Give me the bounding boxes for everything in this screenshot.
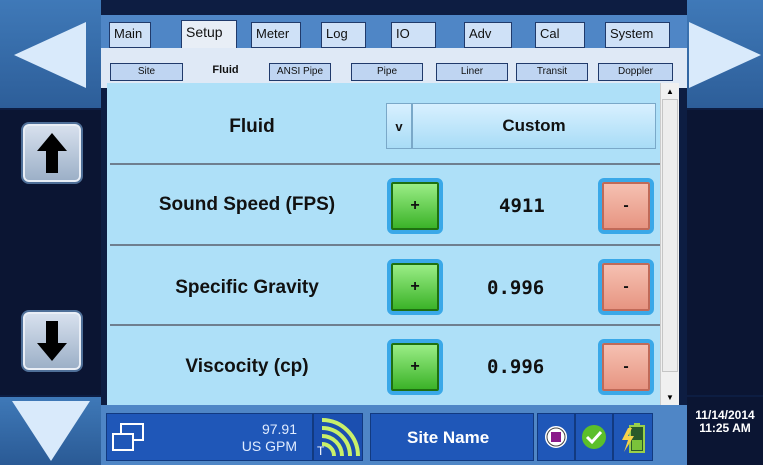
viscosity-value: 0.996 bbox=[487, 356, 545, 378]
down-triangle-icon bbox=[12, 401, 90, 461]
sound-speed-decrease-button[interactable]: - bbox=[598, 178, 654, 234]
stop-button[interactable] bbox=[537, 413, 575, 461]
fluid-settings-panel: Fluid v Custom Sound Speed (FPS) + 4911 … bbox=[107, 83, 679, 405]
subtab-liner[interactable]: Liner bbox=[436, 63, 508, 81]
status-bar: 97.91 US GPM T Site Name bbox=[101, 405, 687, 465]
signal-letter: T bbox=[317, 444, 325, 458]
time-text: 11:25 AM bbox=[699, 421, 751, 435]
stop-record-icon bbox=[543, 424, 569, 450]
signal-strength-panel[interactable]: T bbox=[313, 413, 363, 461]
scrollbar-thumb[interactable] bbox=[662, 99, 678, 372]
window-switch-icon bbox=[112, 423, 144, 451]
specific-gravity-decrease-button[interactable]: - bbox=[598, 259, 654, 315]
status-ok-button[interactable] bbox=[575, 413, 613, 461]
flow-value: 97.91 bbox=[261, 421, 297, 437]
site-name-panel[interactable]: Site Name bbox=[370, 413, 534, 461]
flow-unit: US GPM bbox=[241, 438, 297, 454]
right-arrow-icon bbox=[689, 22, 761, 88]
forward-arrow-button[interactable] bbox=[687, 0, 763, 108]
sound-speed-increase-button[interactable]: + bbox=[387, 178, 443, 234]
divider bbox=[110, 244, 660, 246]
tab-system[interactable]: System bbox=[605, 22, 670, 48]
check-ok-icon bbox=[582, 425, 606, 449]
scroll-down-button[interactable] bbox=[21, 310, 83, 372]
sub-tab-bar: Site Fluid ANSI Pipe Pipe Liner Transit … bbox=[101, 48, 687, 88]
subtab-fluid[interactable]: Fluid bbox=[198, 62, 253, 80]
left-arrow-icon bbox=[14, 22, 86, 88]
fluid-dropdown-toggle[interactable]: v bbox=[386, 103, 412, 149]
up-arrow-icon bbox=[37, 133, 67, 173]
power-status-button[interactable] bbox=[613, 413, 653, 461]
viscosity-increase-button[interactable]: + bbox=[387, 339, 443, 395]
scrollbar-up-arrow-icon[interactable]: ▲ bbox=[661, 83, 679, 99]
subtab-site[interactable]: Site bbox=[110, 63, 183, 81]
subtab-doppler[interactable]: Doppler bbox=[598, 63, 673, 81]
scrollbar-down-arrow-icon[interactable]: ▼ bbox=[661, 389, 679, 405]
specific-gravity-label: Specific Gravity bbox=[175, 277, 319, 298]
tab-log[interactable]: Log bbox=[321, 22, 366, 48]
sound-speed-label: Sound Speed (FPS) bbox=[158, 194, 336, 215]
subtab-transit[interactable]: Transit bbox=[516, 63, 588, 81]
menu-down-button[interactable] bbox=[0, 397, 101, 465]
scrollbar[interactable]: ▲ ▼ bbox=[660, 83, 679, 405]
app-frame: Main Setup Meter Log IO Adv Cal System S… bbox=[0, 0, 763, 465]
battery-charging-icon bbox=[622, 423, 645, 453]
tab-adv[interactable]: Adv bbox=[464, 22, 512, 48]
subtab-pipe[interactable]: Pipe bbox=[351, 63, 423, 81]
tab-io[interactable]: IO bbox=[391, 22, 436, 48]
divider bbox=[110, 324, 660, 326]
tab-meter[interactable]: Meter bbox=[251, 22, 301, 48]
site-name: Site Name bbox=[407, 428, 490, 447]
tab-cal[interactable]: Cal bbox=[535, 22, 585, 48]
divider bbox=[110, 163, 660, 165]
tab-setup[interactable]: Setup bbox=[181, 20, 237, 50]
viscosity-label: Viscocity (cp) bbox=[185, 356, 309, 377]
sound-speed-value: 4911 bbox=[499, 195, 545, 217]
main-tab-bar: Main Setup Meter Log IO Adv Cal System bbox=[101, 15, 687, 50]
fluid-label: Fluid bbox=[229, 116, 275, 137]
back-arrow-button[interactable] bbox=[0, 0, 101, 108]
fluid-dropdown-value[interactable]: Custom bbox=[412, 103, 656, 149]
scroll-up-button[interactable] bbox=[21, 122, 83, 184]
viscosity-decrease-button[interactable]: - bbox=[598, 339, 654, 395]
down-arrow-icon bbox=[37, 321, 67, 361]
flow-reading-panel[interactable]: 97.91 US GPM bbox=[106, 413, 313, 461]
specific-gravity-increase-button[interactable]: + bbox=[387, 259, 443, 315]
date-time-display: 11/14/2014 11:25 AM bbox=[687, 397, 763, 465]
subtab-ansi-pipe[interactable]: ANSI Pipe bbox=[269, 63, 331, 81]
specific-gravity-value: 0.996 bbox=[487, 277, 545, 299]
right-side-panel bbox=[687, 110, 763, 395]
tab-main[interactable]: Main bbox=[109, 22, 151, 48]
